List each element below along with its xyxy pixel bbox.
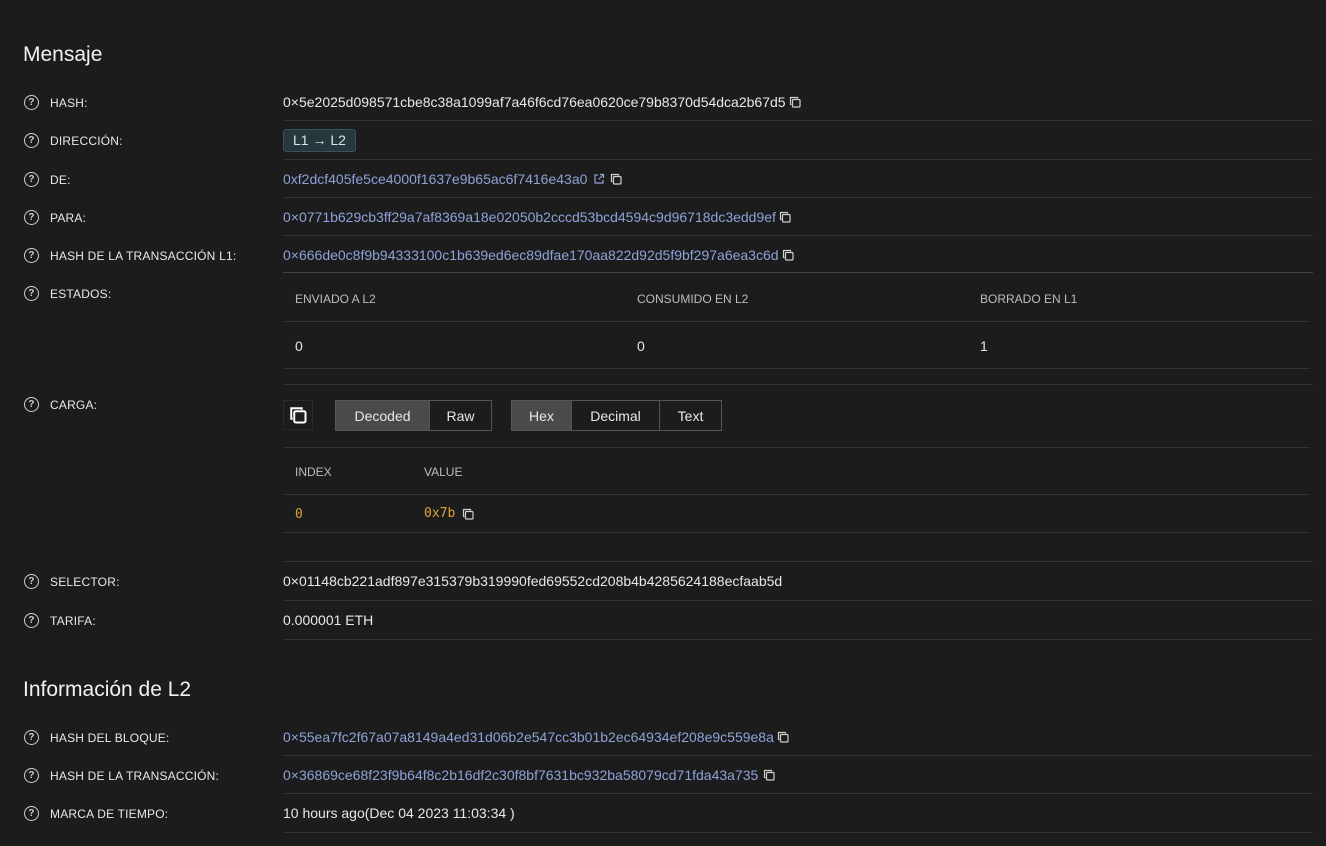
divider — [283, 832, 1313, 833]
format-decimal-button[interactable]: Decimal — [572, 401, 660, 430]
copy-icon[interactable] — [779, 211, 791, 223]
copy-icon[interactable] — [789, 96, 801, 108]
divider — [283, 368, 1310, 369]
from-value: 0xf2dcf405fe5ce4000f1637e9b65ac6f7416e43… — [283, 171, 622, 187]
question-circle-icon[interactable]: ? — [24, 574, 39, 589]
from-address-link[interactable]: 0xf2dcf405fe5ce4000f1637e9b65ac6f7416e43… — [283, 171, 587, 187]
payload-copy-button[interactable] — [283, 400, 313, 430]
from-label: ? DE: — [24, 172, 71, 187]
block-hash-link[interactable]: 0×55ea7fc2f67a07a8149a4ed31d06b2e547cc3b… — [283, 729, 774, 745]
copy-icon[interactable] — [763, 769, 775, 781]
question-circle-icon[interactable]: ? — [24, 613, 39, 628]
states-value-consumed: 0 — [637, 338, 645, 354]
direction-label: ? DIRECCIÓN: — [24, 133, 123, 148]
copy-icon[interactable] — [777, 731, 789, 743]
l1-tx-hash-value: 0×666de0c8f9b94333100c1b639ed6ec89dfae17… — [283, 247, 794, 263]
states-value-sent: 0 — [295, 338, 303, 354]
timestamp-label: ? MARCA DE TIEMPO: — [24, 806, 168, 821]
divider — [283, 272, 1313, 273]
format-text-button[interactable]: Text — [660, 401, 721, 430]
divider — [283, 494, 1310, 495]
divider — [283, 600, 1313, 601]
divider — [283, 639, 1313, 640]
question-circle-icon[interactable]: ? — [24, 95, 39, 110]
question-circle-icon[interactable]: ? — [24, 806, 39, 821]
divider — [283, 532, 1310, 533]
timestamp-absolute: Dec 04 2023 11:03:34 — [369, 805, 507, 821]
divider — [283, 321, 1310, 322]
copy-icon[interactable] — [782, 249, 794, 261]
divider — [283, 159, 1313, 160]
selector-value: 0×01148cb221adf897e315379b319990fed69552… — [283, 573, 783, 589]
timestamp-relative: 10 hours ago — [283, 805, 365, 821]
view-mode-toggle: Decoded Raw — [335, 400, 492, 431]
direction-value: L1 → L2 — [283, 129, 356, 152]
divider — [283, 793, 1313, 794]
question-circle-icon[interactable]: ? — [24, 133, 39, 148]
payload-row-index: 0 — [295, 507, 303, 522]
copy-icon — [290, 407, 307, 424]
view-decoded-button[interactable]: Decoded — [336, 401, 430, 430]
block-hash-label: ? HASH DEL BLOQUE: — [24, 730, 169, 745]
l1-tx-hash-label: ? HASH DE LA TRANSACCIÓN L1: — [24, 248, 236, 263]
states-label: ? ESTADOS: — [24, 286, 111, 301]
states-header-consumed: CONSUMIDO EN L2 — [637, 292, 749, 306]
l2-tx-hash-label: ? HASH DE LA TRANSACCIÓN: — [24, 768, 219, 783]
divider — [283, 384, 1313, 385]
external-link-icon[interactable] — [593, 173, 605, 185]
to-address-link[interactable]: 0×0771b629cb3ff29a7af8369a18e02050b2cccd… — [283, 209, 776, 225]
payload-header-value: VALUE — [424, 465, 463, 479]
payload-label: ? CARGA: — [24, 397, 97, 412]
fee-value: 0.000001 ETH — [283, 612, 374, 628]
format-toggle: Hex Decimal Text — [511, 400, 722, 431]
to-value: 0×0771b629cb3ff29a7af8369a18e02050b2cccd… — [283, 209, 791, 225]
block-hash-value: 0×55ea7fc2f67a07a8149a4ed31d06b2e547cc3b… — [283, 729, 789, 745]
hash-value: 0×5e2025d098571cbe8c38a1099af7a46f6cd76e… — [283, 94, 801, 110]
paren-close: ) — [506, 805, 515, 821]
states-value-deleted: 1 — [980, 338, 988, 354]
question-circle-icon[interactable]: ? — [24, 397, 39, 412]
selector-label: ? SELECTOR: — [24, 574, 120, 589]
divider — [283, 561, 1313, 562]
payload-header-index: INDEX — [295, 465, 332, 479]
hash-label: ? HASH: — [24, 95, 88, 110]
direction-badge: L1 → L2 — [283, 129, 356, 152]
divider — [283, 447, 1310, 448]
divider — [283, 120, 1313, 121]
question-circle-icon[interactable]: ? — [24, 768, 39, 783]
question-circle-icon[interactable]: ? — [24, 210, 39, 225]
l2-tx-hash-value: 0×36869ce68f23f9b64f8c2b16df2c30f8bf7631… — [283, 767, 775, 783]
section-title-message: Mensaje — [23, 43, 103, 66]
payload-row-value: 0x7b — [424, 506, 474, 521]
copy-icon[interactable] — [610, 173, 622, 185]
states-header-deleted: BORRADO EN L1 — [980, 292, 1078, 306]
copy-icon[interactable] — [462, 508, 474, 520]
to-label: ? PARA: — [24, 210, 86, 225]
divider — [283, 755, 1313, 756]
section-title-l2: Información de L2 — [23, 678, 192, 701]
divider — [283, 235, 1313, 236]
view-raw-button[interactable]: Raw — [430, 401, 491, 430]
fee-label: ? TARIFA: — [24, 613, 96, 628]
l1-tx-hash-link[interactable]: 0×666de0c8f9b94333100c1b639ed6ec89dfae17… — [283, 247, 779, 263]
question-circle-icon[interactable]: ? — [24, 172, 39, 187]
question-circle-icon[interactable]: ? — [24, 248, 39, 263]
l2-tx-hash-link[interactable]: 0×36869ce68f23f9b64f8c2b16df2c30f8bf7631… — [283, 767, 758, 783]
divider — [283, 197, 1313, 198]
timestamp-value: 10 hours ago (Dec 04 2023 11:03:34 ) — [283, 805, 515, 821]
question-circle-icon[interactable]: ? — [24, 286, 39, 301]
states-header-sent: ENVIADO A L2 — [295, 292, 376, 306]
format-hex-button[interactable]: Hex — [512, 401, 572, 430]
question-circle-icon[interactable]: ? — [24, 730, 39, 745]
